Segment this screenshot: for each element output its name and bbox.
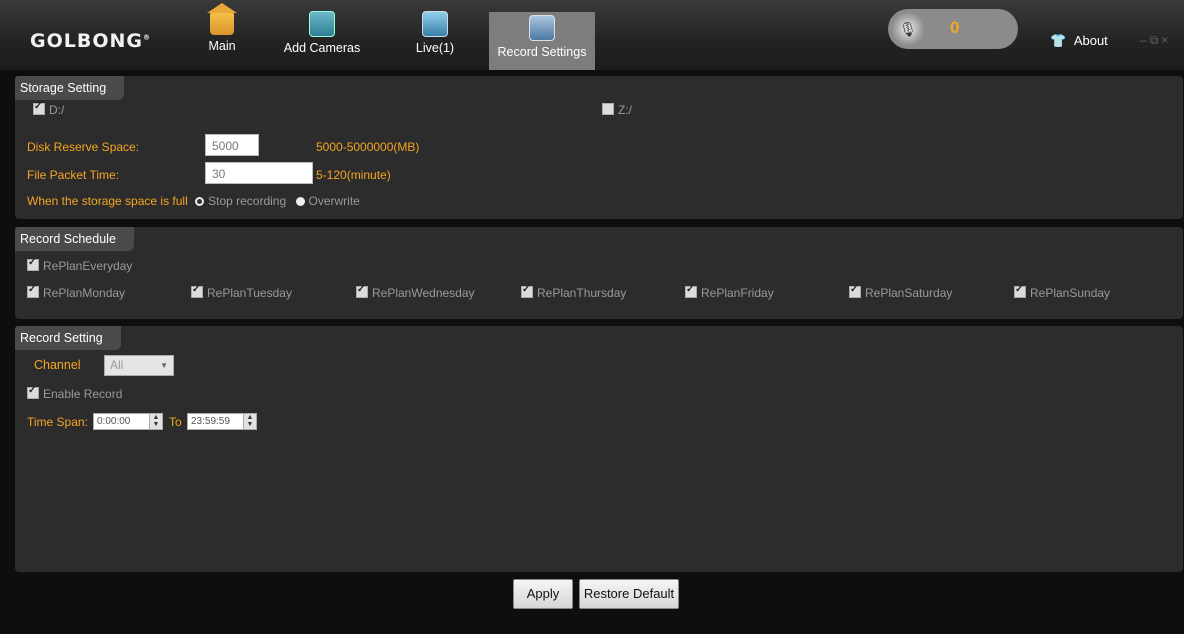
storage-full-row: When the storage space is full Stop reco… xyxy=(27,194,360,208)
file-packet-label: File Packet Time: xyxy=(27,168,120,182)
time-to-input[interactable]: 23:59:59 ▲ ▼ xyxy=(187,413,257,430)
nav-add-cameras-button[interactable]: Add Cameras xyxy=(282,8,362,66)
checkbox-icon xyxy=(849,284,861,298)
checkbox-icon xyxy=(521,284,533,298)
file-packet-input[interactable]: 30 xyxy=(205,162,313,184)
replan-saturday-checkbox[interactable]: RePlanSaturday xyxy=(849,284,952,300)
replan-friday-checkbox[interactable]: RePlanFriday xyxy=(685,284,774,300)
drive-d-checkbox[interactable]: D:/ xyxy=(33,101,64,117)
shirt-icon: 👕 xyxy=(1050,33,1067,48)
checkbox-icon xyxy=(27,385,39,399)
close-icon[interactable]: × xyxy=(1161,33,1171,47)
checkbox-icon xyxy=(1014,284,1026,298)
restore-icon[interactable]: ⧉ xyxy=(1150,33,1162,47)
time-from-input[interactable]: 0:00:00 ▲ ▼ xyxy=(93,413,163,430)
microphone-icon: 🎙 xyxy=(891,12,925,46)
drive-z-checkbox[interactable]: Z:/ xyxy=(602,103,632,117)
file-packet-range: 5-120(minute) xyxy=(316,168,391,182)
enable-record-checkbox[interactable]: Enable Record xyxy=(27,385,122,401)
spinner-arrows-icon[interactable]: ▲ ▼ xyxy=(149,414,162,429)
storage-setting-title: Storage Setting xyxy=(15,76,125,100)
add-camera-icon xyxy=(309,11,335,37)
checkbox-icon xyxy=(27,257,39,271)
app-logo: GOLBONG® xyxy=(30,30,151,52)
checkbox-icon xyxy=(685,284,697,298)
checkbox-icon xyxy=(191,284,203,298)
chevron-down-icon: ▼ xyxy=(160,361,168,370)
disk-reserve-input[interactable]: 5000 xyxy=(205,134,259,156)
replan-everyday-checkbox[interactable]: RePlanEveryday xyxy=(27,257,132,273)
checkbox-icon xyxy=(602,103,614,115)
record-setting-panel: Record Setting Channel All ▼ Enable Reco… xyxy=(15,326,1183,572)
nav-live-button[interactable]: Live(1) xyxy=(408,8,462,66)
channel-label: Channel xyxy=(34,358,81,372)
record-settings-icon xyxy=(529,15,555,41)
replan-thursday-checkbox[interactable]: RePlanThursday xyxy=(521,284,626,300)
replan-wednesday-checkbox[interactable]: RePlanWednesday xyxy=(356,284,475,300)
spinner-arrows-icon[interactable]: ▲ ▼ xyxy=(243,414,256,429)
window-controls[interactable]: –⧉× xyxy=(1140,33,1171,48)
stop-recording-radio[interactable]: Stop recording xyxy=(195,194,286,208)
record-schedule-panel: Record Schedule RePlanEveryday RePlanMon… xyxy=(15,227,1183,319)
disk-reserve-label: Disk Reserve Space: xyxy=(27,140,140,154)
restore-default-button[interactable]: Restore Default xyxy=(579,579,679,609)
record-schedule-title: Record Schedule xyxy=(15,227,134,251)
replan-sunday-checkbox[interactable]: RePlanSunday xyxy=(1014,284,1110,300)
nav-record-settings-button[interactable]: Record Settings xyxy=(489,12,595,70)
top-toolbar: GOLBONG® Main Add Cameras Live(1) Record… xyxy=(0,0,1184,70)
nav-main-button[interactable]: Main xyxy=(196,3,248,66)
overwrite-radio[interactable]: Overwrite xyxy=(295,194,360,208)
replan-tuesday-checkbox[interactable]: RePlanTuesday xyxy=(191,284,292,300)
record-setting-title: Record Setting xyxy=(15,326,121,350)
replan-monday-checkbox[interactable]: RePlanMonday xyxy=(27,284,125,300)
checkbox-icon xyxy=(356,284,368,298)
time-span-label: Time Span: xyxy=(27,415,88,429)
radio-icon xyxy=(295,197,305,206)
about-button[interactable]: 👕 About xyxy=(1050,33,1108,49)
channel-select[interactable]: All ▼ xyxy=(104,355,174,376)
storage-setting-panel: Storage Setting D:/ Z:/ Disk Reserve Spa… xyxy=(15,76,1183,219)
apply-button[interactable]: Apply xyxy=(513,579,573,609)
microphone-widget[interactable]: 🎙 0 xyxy=(888,9,1018,49)
radio-icon xyxy=(195,197,205,206)
disk-reserve-range: 5000-5000000(MB) xyxy=(316,140,420,154)
to-label: To xyxy=(169,415,182,429)
microphone-count: 0 xyxy=(950,18,960,37)
checkbox-icon xyxy=(27,284,39,298)
live-icon xyxy=(422,11,448,37)
minimize-icon[interactable]: – xyxy=(1140,33,1150,47)
home-icon xyxy=(207,3,237,35)
checkbox-icon xyxy=(33,101,45,115)
